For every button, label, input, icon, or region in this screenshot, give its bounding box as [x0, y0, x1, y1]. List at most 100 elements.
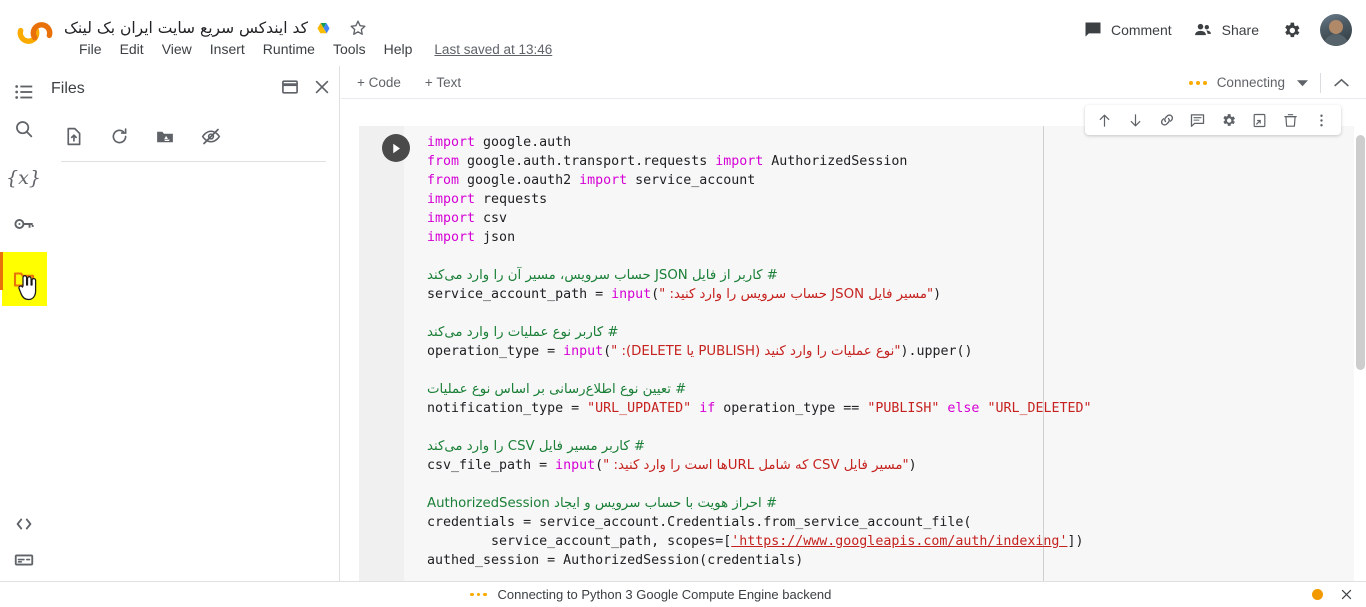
open-in-new-window-button[interactable]	[280, 77, 300, 97]
menu-runtime[interactable]: Runtime	[254, 40, 324, 58]
code-line: from google.auth.transport.requests impo…	[427, 152, 1357, 171]
more-options-button[interactable]	[1306, 106, 1337, 134]
add-code-label: + Code	[357, 74, 401, 90]
upload-file-button[interactable]	[61, 124, 85, 148]
move-cell-up-button[interactable]	[1089, 106, 1120, 134]
variables-icon: {x}	[6, 167, 41, 189]
code-token: requests	[483, 192, 548, 207]
connecting-dots-icon	[1188, 80, 1207, 85]
code-token: (	[651, 287, 660, 302]
toggle-hidden-files-button[interactable]	[199, 124, 223, 148]
sidebar-item-secrets[interactable]	[0, 198, 47, 250]
code-token: ])	[1067, 534, 1084, 549]
code-line: # کاربر مسیر فایل CSV را وارد می‌کند	[427, 437, 1357, 456]
sidebar-item-variables[interactable]: {x}	[0, 152, 47, 204]
sidebar-item-files[interactable]	[0, 252, 47, 306]
table-of-contents-icon	[14, 85, 32, 99]
mount-drive-button[interactable]	[153, 124, 177, 148]
code-token: import	[427, 135, 484, 150]
cell-settings-button[interactable]	[1213, 106, 1244, 134]
link-icon	[1160, 114, 1173, 126]
run-cell-button[interactable]	[382, 134, 410, 162]
files-toolbar	[61, 116, 326, 156]
code-token: # کاربر نوع عملیات را وارد می‌کند	[427, 325, 619, 340]
search-icon	[15, 121, 32, 138]
secrets-key-icon	[13, 219, 34, 229]
code-token: # تعیین نوع اطلاع‌رسانی بر اساس نوع عملی…	[427, 382, 687, 397]
collapse-toolbar-button[interactable]	[1323, 71, 1360, 94]
notebook-scrollbar-thumb[interactable]	[1356, 135, 1365, 370]
comment-icon	[1190, 113, 1205, 127]
star-icon[interactable]	[348, 18, 368, 38]
google-drive-icon[interactable]	[315, 20, 332, 36]
avatar[interactable]	[1320, 14, 1352, 46]
code-token: google.oauth2	[467, 173, 580, 188]
code-token: operation_type ==	[715, 401, 868, 416]
delete-cell-button[interactable]	[1275, 106, 1306, 134]
menu-edit[interactable]: Edit	[111, 40, 153, 58]
code-token: AuthorizedSession	[771, 154, 908, 169]
comment-label: Comment	[1110, 22, 1172, 38]
connection-dropdown-button[interactable]	[1297, 74, 1308, 92]
connection-status-label[interactable]: Connecting	[1217, 75, 1285, 90]
code-token: (	[595, 458, 604, 473]
refresh-button[interactable]	[107, 124, 131, 148]
code-token: )	[933, 287, 942, 302]
move-cell-down-button[interactable]	[1120, 106, 1151, 134]
files-toolbar-divider	[61, 161, 326, 162]
code-line: operation_type = input("نوع عملیات را وا…	[427, 342, 1357, 361]
code-line: # تعیین نوع اطلاع‌رسانی بر اساس نوع عملی…	[427, 380, 1357, 399]
document-title[interactable]: کد ایندکس سریع سایت ایران بک لینک	[64, 19, 308, 37]
code-line: authed_session = AuthorizedSession(crede…	[427, 551, 1357, 570]
comment-button[interactable]: Comment	[1073, 13, 1182, 47]
code-token: csv	[483, 211, 508, 226]
link-to-cell-button[interactable]	[1151, 106, 1182, 134]
code-editor-content[interactable]: import google.auth from google.auth.trans…	[427, 133, 1357, 570]
menu-file[interactable]: File	[70, 40, 111, 58]
settings-button[interactable]	[1273, 12, 1310, 49]
sidebar-item-terminal[interactable]	[0, 534, 47, 586]
code-line: notification_type = "URL_UPDATED" if ope…	[427, 399, 1357, 418]
menu-tools[interactable]: Tools	[324, 40, 375, 58]
code-token: else	[947, 401, 980, 416]
code-token: "PUBLISH"	[867, 401, 940, 416]
code-token: 'https://www.googleapis.com/auth/indexin…	[731, 534, 1068, 549]
close-icon	[1341, 589, 1352, 600]
notebook-toolbar: + Code + Text Connecting	[341, 66, 1366, 99]
code-token: "URL_UPDATED"	[587, 401, 692, 416]
open-in-new-window-icon	[282, 80, 298, 94]
notebook-toolbar-right: Connecting	[1188, 66, 1360, 99]
code-token: google.auth	[483, 135, 572, 150]
avatar-body	[1323, 34, 1349, 46]
menu-insert[interactable]: Insert	[201, 40, 254, 58]
code-token: from	[427, 154, 468, 169]
share-button[interactable]: Share	[1182, 13, 1269, 47]
status-indicator	[1312, 589, 1323, 600]
top-bar: کد ایندکس سریع سایت ایران بک لینک File E…	[0, 0, 1366, 66]
add-text-cell-button[interactable]: + Text	[417, 72, 469, 93]
status-bar: Connecting to Python 3 Google Compute En…	[0, 581, 1366, 607]
code-token: notification_type =	[427, 401, 588, 416]
menu-help[interactable]: Help	[375, 40, 422, 58]
last-saved-label[interactable]: Last saved at 13:46	[434, 42, 552, 57]
close-status-button[interactable]	[1339, 587, 1354, 602]
add-code-cell-button[interactable]: + Code	[349, 72, 409, 93]
code-line: import json	[427, 228, 1357, 247]
chevron-up-icon	[1334, 78, 1349, 87]
code-line: import requests	[427, 190, 1357, 209]
sidebar-item-search[interactable]	[0, 103, 47, 155]
cell-gutter	[359, 126, 404, 581]
mirror-cell-button[interactable]	[1244, 106, 1275, 134]
code-cell[interactable]: import google.auth from google.auth.trans…	[359, 126, 1366, 581]
menu-view[interactable]: View	[153, 40, 201, 58]
notebook-scrollbar-track[interactable]	[1354, 99, 1366, 581]
code-token: "URL_DELETED"	[987, 401, 1092, 416]
code-line: csv_file_path = input("مسیر فایل CSV که …	[427, 456, 1357, 475]
close-files-panel-button[interactable]	[312, 77, 332, 97]
add-comment-button[interactable]	[1182, 106, 1213, 134]
code-line: # کاربر نوع عملیات را وارد می‌کند	[427, 323, 1357, 342]
colab-logo[interactable]	[14, 12, 56, 54]
